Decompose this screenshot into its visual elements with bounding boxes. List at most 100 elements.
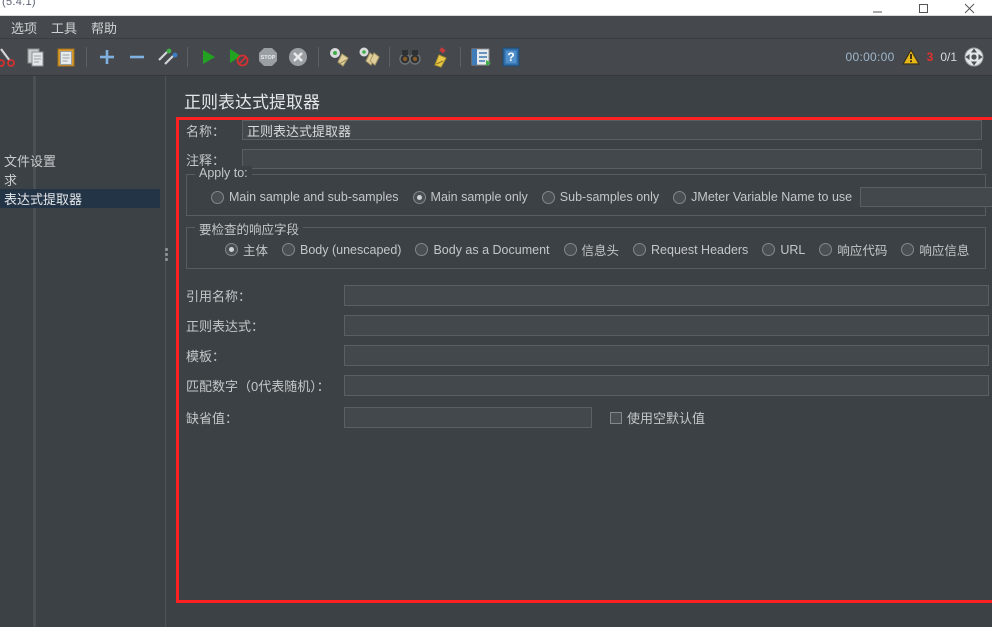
radio-url[interactable]: URL [762,243,805,257]
regex-extractor-panel: 正则表达式提取器 名称： 注释： Apply to: Main sample a… [172,76,992,627]
reset-search-icon[interactable] [426,43,454,71]
warning-icon[interactable] [901,49,920,65]
radio-label: Main sample only [430,190,528,204]
radio-button-icon[interactable] [762,243,776,256]
function-helper-icon[interactable] [467,43,495,71]
tree-item-label: 文件设置 [4,154,57,169]
regular-expression-field[interactable] [344,315,989,336]
radio-response-code[interactable]: 响应代码 [819,240,887,259]
use-empty-default-checkbox[interactable]: 使用空默认值 [610,408,705,427]
default-value-field[interactable] [344,407,592,428]
tree-item-regex-extractor[interactable]: 表达式提取器 [0,189,160,208]
default-value-label: 缺省值： [186,411,239,426]
radio-response-headers[interactable]: 信息头 [563,240,620,259]
menu-tools[interactable]: 工具 [44,16,84,39]
reference-name-field[interactable] [344,285,989,306]
regular-expression-row: 正则表达式： [186,315,989,336]
comment-input[interactable] [242,149,982,169]
radio-button-icon[interactable] [282,243,296,256]
radio-jmeter-variable[interactable]: JMeter Variable Name to use [673,190,852,204]
match-number-label: 匹配数字（0代表随机）： [186,379,330,394]
radio-button-icon[interactable] [541,190,555,204]
name-label: 名称： [186,123,226,139]
radio-button-icon[interactable] [225,243,238,256]
page-title: 正则表达式提取器 [184,93,320,112]
collapse-all-icon[interactable] [123,43,151,71]
radio-button-icon[interactable] [563,243,577,256]
radio-label: 响应代码 [837,244,888,258]
regular-expression-label: 正则表达式： [186,319,265,334]
radio-body[interactable]: 主体 [225,240,268,259]
window-title: (5.4.1) [2,0,36,8]
window-titlebar: (5.4.1) [0,0,992,16]
radio-main-only[interactable]: Main sample only [412,190,528,204]
radio-main-and-sub[interactable]: Main sample and sub-samples [211,190,399,204]
close-icon[interactable] [946,0,992,15]
apply-to-radio-row: Main sample and sub-samples Main sample … [211,187,992,207]
radio-sub-only[interactable]: Sub-samples only [541,190,659,204]
radio-body-as-document[interactable]: Body as a Document [415,242,550,257]
radio-label: 主体 [243,244,269,258]
radio-label: 信息头 [581,244,620,258]
jmeter-variable-input[interactable] [860,187,992,207]
apply-to-legend: Apply to: [195,166,252,180]
match-number-row: 匹配数字（0代表随机）： [186,375,989,396]
menu-help[interactable]: 帮助 [84,16,124,39]
radio-button-icon[interactable] [901,243,915,256]
toolbar: STOP ? 00:00:00 3 0/1 [0,39,992,76]
clear-all-icon[interactable] [355,43,383,71]
panel-splitter[interactable] [160,76,172,627]
field-to-check-radio-row: 主体 Body (unescaped) Body as a Document 信… [225,240,983,259]
radio-button-icon[interactable] [673,190,687,204]
help-icon[interactable]: ? [497,43,525,71]
tree-item-file-config[interactable]: 文件设置 [0,151,160,170]
search-icon[interactable] [396,43,424,71]
radio-button-icon[interactable] [412,190,426,204]
cut-icon[interactable] [0,43,20,71]
radio-response-message[interactable]: 响应信息 [901,240,969,259]
active-threads-icon[interactable] [964,47,984,67]
radio-button-icon[interactable] [819,243,833,256]
splitter-divider [165,76,166,627]
radio-label: Request Headers [651,242,749,257]
radio-label: Body as a Document [433,242,550,257]
radio-request-headers[interactable]: Request Headers [633,243,748,257]
start-no-pauses-icon[interactable] [224,43,252,71]
toggle-icon[interactable] [153,43,181,71]
copy-icon[interactable] [22,43,50,71]
reference-name-label: 引用名称： [186,289,252,304]
name-input[interactable] [242,120,982,140]
template-row: 模板： [186,345,989,366]
splitter-grip[interactable] [164,247,168,261]
name-row: 名称： [186,117,986,143]
template-field[interactable] [344,345,989,366]
clear-icon[interactable] [325,43,353,71]
maximize-icon[interactable] [900,0,946,15]
paste-icon[interactable] [52,43,80,71]
radio-button-icon[interactable] [211,190,224,204]
radio-button-icon[interactable] [633,243,647,256]
radio-button-icon[interactable] [415,243,429,256]
match-number-field[interactable] [344,375,989,396]
stop-icon[interactable]: STOP [254,43,282,71]
start-icon[interactable] [194,43,222,71]
toolbar-separator [187,47,188,67]
radio-label: JMeter Variable Name to use [691,190,853,204]
expand-all-icon[interactable] [93,43,121,71]
menubar: 选项 工具 帮助 [0,16,992,39]
svg-text:?: ? [507,50,514,64]
toolbar-separator [86,47,87,67]
shutdown-icon[interactable] [284,43,312,71]
radio-body-unescaped[interactable]: Body (unescaped) [282,243,401,257]
minimize-icon[interactable] [854,0,900,15]
radio-label: URL [780,242,806,257]
field-to-check-legend: 要检查的响应字段 [195,219,304,238]
menu-options[interactable]: 选项 [4,16,44,39]
tree-item-request[interactable]: 求 [0,170,160,189]
test-plan-tree[interactable]: 文件设置 求 表达式提取器 [0,76,160,627]
checkbox-icon[interactable] [610,411,622,424]
use-empty-default-label: 使用空默认值 [627,411,706,426]
default-value-row: 缺省值： 使用空默认值 [186,407,719,428]
warning-count: 3 [926,50,934,64]
field-to-check-group: 要检查的响应字段 主体 Body (unescaped) Body as a D… [186,219,986,269]
